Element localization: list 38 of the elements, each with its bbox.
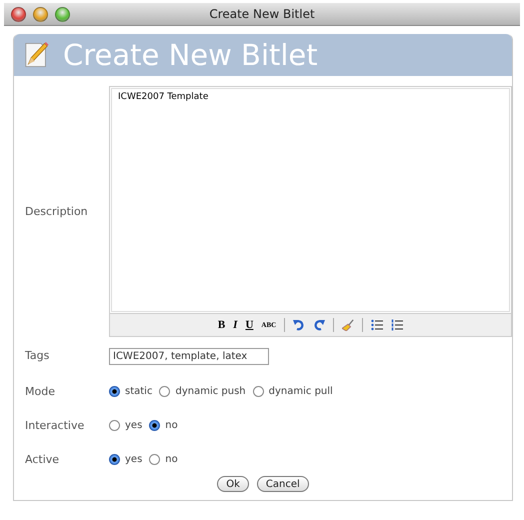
undo-icon[interactable]: [293, 319, 306, 331]
window-title: Create New Bitlet: [209, 7, 315, 21]
ok-button[interactable]: Ok: [217, 476, 249, 492]
option-label: static: [125, 386, 152, 396]
window-control-icon[interactable]: [33, 7, 48, 22]
window-control-icon[interactable]: [55, 7, 70, 22]
option-label: dynamic pull: [268, 386, 333, 396]
window-control-icon[interactable]: [11, 7, 26, 22]
text-area[interactable]: ICWE2007 Template: [111, 88, 510, 312]
radio-button[interactable]: [159, 386, 170, 396]
text-content: ICWE2007 Template: [118, 92, 208, 102]
cancel-button[interactable]: Cancel: [256, 476, 309, 492]
pencil-icon: [24, 41, 49, 69]
radio-button[interactable]: [252, 386, 264, 396]
bold-button[interactable]: B: [218, 319, 226, 331]
field-label: Interactive: [25, 418, 86, 434]
bullet-list-icon[interactable]: [371, 319, 384, 331]
option-label: yes: [125, 454, 142, 464]
option-label: no: [165, 454, 178, 464]
radio-button[interactable]: [109, 386, 120, 396]
field-label: Description: [25, 204, 89, 220]
radio-button[interactable]: [109, 420, 120, 430]
radio-button[interactable]: [149, 420, 160, 430]
option-label: dynamic push: [175, 386, 246, 396]
option-label: yes: [125, 420, 142, 430]
broom-icon[interactable]: [342, 319, 354, 331]
field-label: Tags: [25, 348, 50, 364]
field-label: Active: [25, 452, 60, 468]
numbered-list-icon[interactable]: [391, 319, 404, 331]
option-label: no: [165, 420, 178, 430]
redo-icon[interactable]: [313, 319, 326, 331]
field-label: Mode: [25, 384, 56, 400]
page-title: Create New Bitlet: [63, 38, 318, 72]
radio-button[interactable]: [149, 454, 160, 464]
tags-field[interactable]: ICWE2007, template, latex: [109, 348, 269, 365]
radio-button[interactable]: [109, 454, 120, 464]
italic-button[interactable]: I: [233, 319, 238, 331]
underline-button[interactable]: U: [245, 319, 254, 331]
